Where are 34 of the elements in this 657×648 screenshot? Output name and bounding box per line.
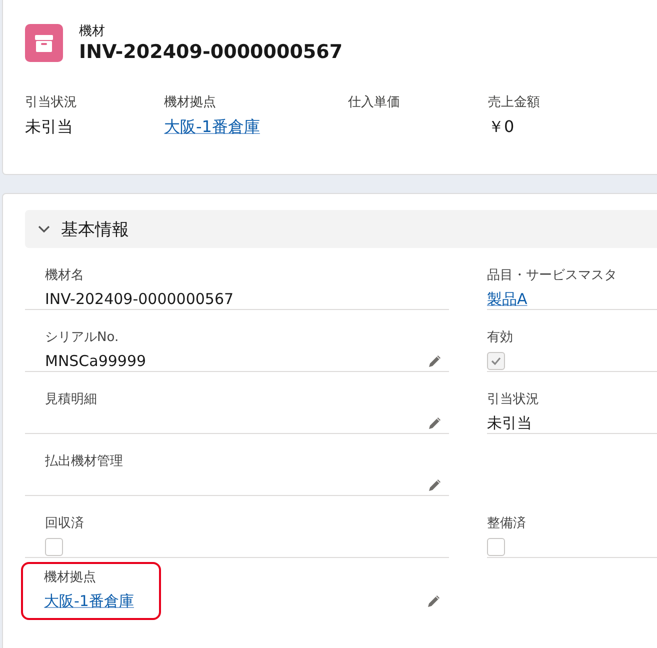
pencil-icon[interactable] [427,415,443,431]
field-value: MNSCa99999 [45,352,146,370]
field-label: 引当状況 [25,94,78,111]
field-link[interactable]: 大阪-1番倉庫 [44,592,134,610]
field-label: 有効 [487,329,514,346]
field-label: 機材拠点 [164,94,217,111]
field-label: 売上金額 [488,94,540,111]
field-label: 引当状況 [487,391,540,408]
archive-box-icon [25,24,63,62]
field-label: 払出機材管理 [45,453,124,470]
checkbox[interactable] [487,538,505,556]
field-label: 整備済 [487,515,527,532]
field-label: 仕入単価 [348,94,401,111]
field-link[interactable]: 製品A [487,290,528,308]
field-value: ￥0 [488,117,516,138]
field-label: 見積明細 [45,391,98,408]
checkbox[interactable] [45,538,63,556]
field-link[interactable]: 大阪-1番倉庫 [164,117,348,138]
pencil-icon[interactable] [427,477,443,493]
section-title: 基本情報 [61,218,129,240]
pencil-icon[interactable] [427,353,443,369]
check-icon [490,355,502,367]
section-header[interactable]: 基本情報 [25,210,657,248]
record-title: INV-202409-0000000567 [79,41,343,63]
field-label: シリアルNo. [45,329,120,346]
field-label: 品目・サービスマスタ [487,267,618,284]
pencil-icon[interactable] [426,593,442,609]
field-label: 機材名 [45,267,85,284]
field-value: INV-202409-0000000567 [45,290,234,308]
field-value: 未引当 [25,117,74,138]
field-value: 未引当 [487,414,532,432]
field-label: 回収済 [45,515,85,532]
object-type: 機材 [79,23,106,40]
field-label: 機材拠点 [44,569,97,586]
